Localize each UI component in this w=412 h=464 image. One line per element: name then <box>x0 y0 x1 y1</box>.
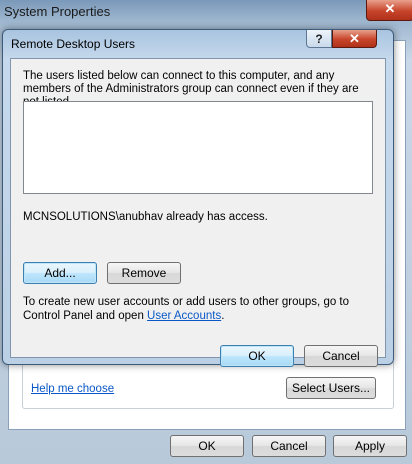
user-accounts-info: To create new user accounts or add users… <box>23 295 375 323</box>
select-users-button[interactable]: Select Users... <box>286 377 376 399</box>
bg-apply-button[interactable]: Apply <box>333 435 407 457</box>
ok-button[interactable]: OK <box>220 345 294 367</box>
system-properties-title: System Properties <box>4 4 111 19</box>
bg-ok-button[interactable]: OK <box>170 435 244 457</box>
users-listbox[interactable] <box>23 101 373 194</box>
help-me-choose-link[interactable]: Help me choose <box>31 383 114 395</box>
remove-button[interactable]: Remove <box>107 262 181 284</box>
bg-cancel-button[interactable]: Cancel <box>252 435 326 457</box>
user-accounts-link[interactable]: User Accounts <box>147 310 221 322</box>
dialog-title: Remote Desktop Users <box>11 37 136 51</box>
cancel-button[interactable]: Cancel <box>304 345 378 367</box>
dialog-help-button[interactable]: ? <box>306 30 332 48</box>
help-icon: ? <box>315 32 323 46</box>
system-properties-close-button[interactable]: ✕ <box>366 0 412 21</box>
access-status-text: MCNSOLUTIONS\anubhav already has access. <box>23 211 268 223</box>
close-icon: ✕ <box>349 31 360 46</box>
add-button[interactable]: Add... <box>23 262 97 284</box>
dialog-body: The users listed below can connect to th… <box>10 58 386 367</box>
dialog-close-button[interactable]: ✕ <box>332 30 377 48</box>
info-suffix: . <box>221 310 225 322</box>
close-icon: ✕ <box>384 1 396 16</box>
remote-desktop-users-dialog: Remote Desktop Users ? ✕ The users liste… <box>2 29 394 367</box>
